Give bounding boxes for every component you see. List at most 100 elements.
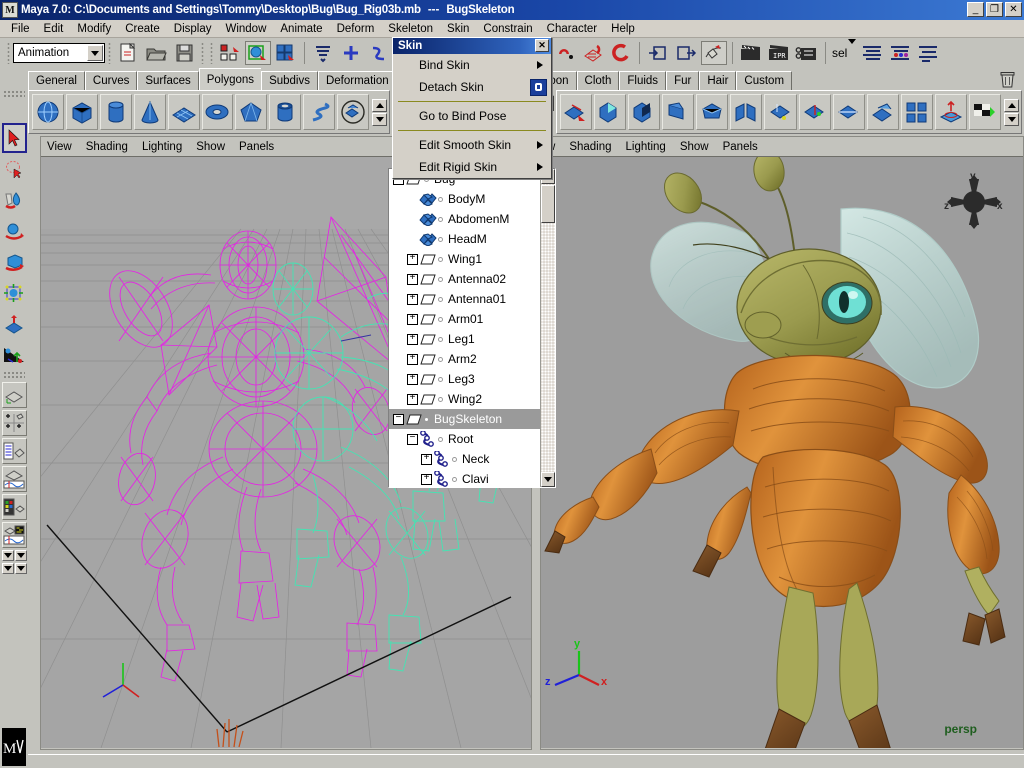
menu-file[interactable]: File	[4, 22, 37, 36]
expand-icon[interactable]: +	[407, 274, 418, 285]
outliner-scroll-down-icon[interactable]	[541, 472, 555, 487]
poly-plane-icon[interactable]	[168, 94, 200, 130]
scale-tool-icon[interactable]	[2, 278, 27, 308]
skin-menu-close-icon[interactable]: ✕	[535, 39, 549, 52]
collapse-icon[interactable]: −	[393, 414, 404, 425]
output-connections-icon[interactable]	[673, 41, 699, 65]
open-scene-icon[interactable]	[143, 41, 169, 65]
viewport-right-menu-lighting[interactable]: Lighting	[626, 141, 666, 153]
outliner-row-wing1[interactable]: +Wing1	[389, 249, 540, 269]
poly-cube-icon[interactable]	[66, 94, 98, 130]
expand-icon[interactable]: +	[407, 334, 418, 345]
menu-skeleton[interactable]: Skeleton	[381, 22, 440, 36]
select-hierarchy-mask-icon[interactable]	[310, 41, 336, 65]
toolbar-grip-1[interactable]	[108, 42, 111, 64]
outliner-row-wing2[interactable]: +Wing2	[389, 389, 540, 409]
viewport-left-menu-show[interactable]: Show	[196, 141, 225, 153]
expand-icon[interactable]: +	[421, 474, 432, 485]
poly-split-polygon-icon[interactable]	[730, 94, 762, 130]
universal-manipulator-icon[interactable]	[2, 309, 27, 339]
poly-pipe-icon[interactable]	[269, 94, 301, 130]
outliner-scrollbar[interactable]	[540, 169, 555, 487]
outliner-row-neck[interactable]: +Neck	[389, 449, 540, 469]
shelf-tab-polygons[interactable]: Polygons	[199, 68, 261, 90]
expand-icon[interactable]: +	[407, 294, 418, 305]
lasso-tool-icon[interactable]	[2, 154, 27, 184]
construction-history-icon[interactable]	[701, 41, 727, 65]
outliner-row-arm2[interactable]: +Arm2	[389, 349, 540, 369]
outliner-row-headm[interactable]: HeadM	[389, 229, 540, 249]
shelf-tab-subdivs[interactable]: Subdivs	[261, 71, 318, 90]
restore-button[interactable]: ❐	[986, 2, 1003, 17]
shelf-scroll-right[interactable]	[1004, 99, 1019, 126]
shelf-scroll-left[interactable]	[372, 99, 387, 126]
shelf-tab-custom[interactable]: Custom	[736, 71, 792, 90]
select-tool-icon[interactable]	[2, 123, 27, 153]
outliner-row-root[interactable]: −Root	[389, 429, 540, 449]
outliner-row-leg3[interactable]: +Leg3	[389, 369, 540, 389]
menu-constrain[interactable]: Constrain	[476, 22, 539, 36]
attribute-editor-toggle-icon[interactable]	[915, 41, 941, 65]
snap-point-magnet-icon[interactable]	[552, 41, 578, 65]
skin-menu-item-edit-smooth-skin[interactable]: Edit Smooth Skin	[393, 134, 551, 156]
viewport-right-menu-show[interactable]: Show	[680, 141, 709, 153]
scroll-up-icon[interactable]	[372, 99, 387, 112]
poly-sphere-icon[interactable]	[32, 94, 64, 130]
snap-to-curve-icon[interactable]	[366, 41, 392, 65]
outliner-row-antenna02[interactable]: +Antenna02	[389, 269, 540, 289]
quick-layout-single-perspective[interactable]	[2, 382, 27, 408]
poly-soccer-ball-icon[interactable]	[337, 94, 369, 130]
quick-layout-persp-graph[interactable]	[2, 466, 27, 492]
toolbar-grip-3[interactable]	[210, 42, 213, 64]
viewport-left-menu-shading[interactable]: Shading	[86, 141, 128, 153]
poly-uv-texture-icon[interactable]	[969, 94, 1001, 130]
outliner-row-bugskeleton[interactable]: −BugSkeleton	[389, 409, 540, 429]
statusline-grip[interactable]	[7, 42, 10, 64]
poly-cut-faces-icon[interactable]	[833, 94, 865, 130]
toolbar-grip-2[interactable]	[201, 42, 204, 64]
collapse-icon[interactable]: −	[407, 434, 418, 445]
viewport-left-menu-view[interactable]: View	[47, 141, 72, 153]
poly-helix-icon[interactable]	[303, 94, 335, 130]
snap-to-grid-icon[interactable]	[338, 41, 364, 65]
rotate-tool-icon[interactable]	[2, 247, 27, 277]
outliner-scroll-thumb[interactable]	[541, 185, 555, 223]
skin-menu-titlebar[interactable]: Skin ✕	[393, 38, 551, 54]
scroll-down-icon[interactable]	[372, 113, 387, 126]
ipr-options-icon[interactable]	[859, 41, 885, 65]
menu-character[interactable]: Character	[540, 22, 605, 36]
poly-triangulate-icon[interactable]	[901, 94, 933, 130]
poly-boolean-union-icon[interactable]	[594, 94, 626, 130]
shelf-tab-fluids[interactable]: Fluids	[619, 71, 666, 90]
skin-menu-item-detach-skin[interactable]: Detach Skin	[393, 76, 551, 98]
poly-boolean-difference-icon[interactable]	[628, 94, 660, 130]
poly-merge-vertices-icon[interactable]	[799, 94, 831, 130]
quick-layout-four-view[interactable]	[2, 410, 27, 436]
render-current-frame-icon[interactable]	[738, 41, 764, 65]
poly-bevel-icon[interactable]	[696, 94, 728, 130]
poly-smooth-icon[interactable]	[867, 94, 899, 130]
outliner-row-abdomenm[interactable]: AbdomenM	[389, 209, 540, 229]
poly-torus-icon[interactable]	[202, 94, 234, 130]
expand-icon[interactable]: +	[407, 374, 418, 385]
option-box-icon[interactable]	[530, 79, 547, 96]
select-by-object-icon[interactable]	[245, 41, 271, 65]
toolbox-grip-2[interactable]	[3, 371, 25, 378]
close-button[interactable]: ✕	[1005, 2, 1022, 17]
menu-create[interactable]: Create	[118, 22, 167, 36]
poly-extrude-face-icon[interactable]	[662, 94, 694, 130]
skin-menu-item-edit-rigid-skin[interactable]: Edit Rigid Skin	[393, 156, 551, 178]
poly-append-polygon-icon[interactable]	[764, 94, 796, 130]
shelf-tab-surfaces[interactable]: Surfaces	[137, 71, 198, 90]
chevron-down-icon[interactable]	[87, 45, 103, 61]
shelf-tab-deformation[interactable]: Deformation	[318, 71, 397, 90]
shelf-tab-curves[interactable]: Curves	[85, 71, 137, 90]
save-scene-icon[interactable]	[171, 41, 197, 65]
menu-animate[interactable]: Animate	[273, 22, 329, 36]
menu-display[interactable]: Display	[167, 22, 219, 36]
paint-select-tool-icon[interactable]	[2, 185, 27, 215]
poly-cone-icon[interactable]	[134, 94, 166, 130]
viewport-right-canvas[interactable]: y z x y x z persp	[541, 157, 1023, 748]
ipr-render-icon[interactable]: IPR	[766, 41, 792, 65]
menu-window[interactable]: Window	[218, 22, 273, 36]
